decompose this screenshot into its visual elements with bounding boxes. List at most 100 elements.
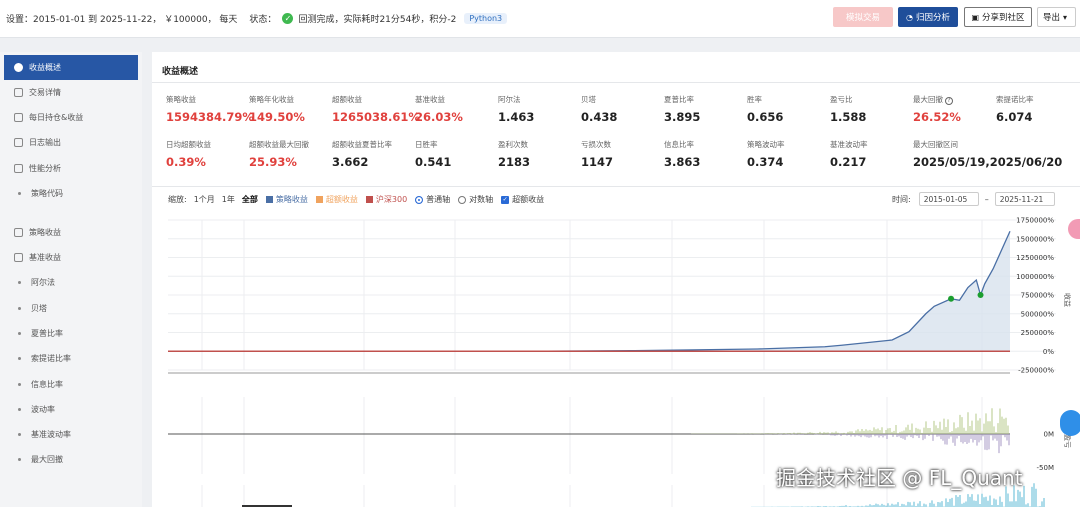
sidebar-item[interactable]: 阿尔法 xyxy=(4,270,138,295)
caret-down-icon: ▾ xyxy=(1063,12,1068,22)
metric-value: 0.374 xyxy=(747,155,784,169)
metric-card: 基准波动率 0.217 xyxy=(830,139,910,169)
zoom-all-button[interactable]: 全部 xyxy=(242,194,258,205)
sidebar-item-label: 收益概述 xyxy=(29,63,61,72)
sidebar-item-label: 交易详情 xyxy=(29,88,61,97)
sidebar-item[interactable]: 信息比率 xyxy=(4,372,138,397)
metric-card: 策略收益 1594384.79% xyxy=(166,94,254,124)
menu-icon xyxy=(14,138,23,147)
menu-icon xyxy=(14,113,23,122)
sidebar-item-label: 夏普比率 xyxy=(31,329,63,338)
metric-value: 149.50% xyxy=(249,110,305,124)
simulate-trade-button[interactable]: 模拟交易 xyxy=(833,7,893,27)
status-text: 回测完成，实际耗时21分54秒，积分-2 xyxy=(298,15,457,25)
zoom-1-year-button[interactable]: 1年 xyxy=(222,194,235,205)
share-to-community-button[interactable]: ▣ 分享到社区 xyxy=(964,7,1032,27)
sidebar-item[interactable]: 性能分析 xyxy=(4,156,138,181)
bullet-icon xyxy=(18,192,21,195)
sidebar-item[interactable]: 索提诺比率 xyxy=(4,346,138,371)
y-tick-label: 750000% xyxy=(1021,292,1055,300)
sidebar-item-label: 信息比率 xyxy=(31,380,63,389)
sidebar-item-label: 贝塔 xyxy=(31,304,47,313)
checkbox-label: 超额收益 xyxy=(512,195,545,204)
comment-icon: ▣ xyxy=(971,12,980,22)
legend-excess-return[interactable]: 超额收益 xyxy=(315,194,358,205)
date-to-input[interactable]: 2025-11-21 xyxy=(994,192,1055,206)
bullet-icon xyxy=(18,357,21,360)
metric-card: 超额收益夏普比率 3.662 xyxy=(332,139,412,169)
log-axis-radio[interactable]: 对数轴 xyxy=(458,194,493,205)
check-circle-icon: ✓ xyxy=(282,13,294,24)
bullet-icon xyxy=(18,383,21,386)
sidebar-item-label: 阿尔法 xyxy=(31,278,55,287)
legend-csi300[interactable]: 沪深300 xyxy=(365,194,407,205)
y-tick-label: 1500000% xyxy=(1016,235,1054,243)
export-dropdown[interactable]: 导出 ▾ xyxy=(1037,7,1076,27)
date-from-input[interactable]: 2015-01-05 xyxy=(918,192,979,206)
sidebar-item[interactable]: 基准波动率 xyxy=(4,422,138,447)
metric-label-text: 最大回撤区间 xyxy=(913,140,958,149)
sidebar-item[interactable]: 贝塔 xyxy=(4,296,138,321)
sidebar-item[interactable]: 日志输出 xyxy=(4,130,138,155)
metric-value: 1265038.61% xyxy=(332,110,420,124)
metric-value: 2183 xyxy=(498,155,531,169)
metric-card: 盈亏比 1.588 xyxy=(830,94,910,124)
attribution-analysis-button[interactable]: ◔ 归因分析 xyxy=(898,7,958,27)
sidebar-item[interactable]: 每日持仓&收益 xyxy=(4,105,138,130)
metric-label: 胜率 xyxy=(747,94,827,105)
sidebar-item-label: 索提诺比率 xyxy=(31,354,71,363)
bullet-icon xyxy=(18,307,21,310)
menu-icon xyxy=(14,228,23,237)
menu-icon xyxy=(14,253,23,262)
metric-card: 策略波动率 0.374 xyxy=(747,139,827,169)
checkbox-checked-icon: ✓ xyxy=(501,195,510,204)
watermark: 掘金技术社区 @ FL_Quant xyxy=(776,466,1023,490)
metric-label-text: 亏损次数 xyxy=(581,140,611,149)
normal-axis-radio[interactable]: 普通轴 xyxy=(415,194,450,205)
metric-label: 最大回撤? xyxy=(913,94,993,105)
metric-label-text: 胜率 xyxy=(747,95,762,104)
metric-label-text: 超额收益夏普比率 xyxy=(332,140,392,149)
top-bar: 设置：2015-01-01 到 2025-11-22， ￥100000， 每天 … xyxy=(0,0,1080,38)
metric-card: 阿尔法 1.463 xyxy=(498,94,578,124)
bullet-icon xyxy=(18,458,21,461)
sidebar-item[interactable]: 最大回撤 xyxy=(4,447,138,472)
drawdown-end-marker xyxy=(977,292,984,298)
bullet-icon xyxy=(18,433,21,436)
sidebar-item[interactable]: 夏普比率 xyxy=(4,321,138,346)
sidebar-item-label: 基准波动率 xyxy=(31,430,71,439)
metric-value: 0.438 xyxy=(581,110,618,124)
divider xyxy=(152,186,1080,187)
metric-value: 3.662 xyxy=(332,155,369,169)
legend-strategy-return[interactable]: 策略收益 xyxy=(265,194,308,205)
help-icon[interactable]: ? xyxy=(945,97,953,105)
metric-value: 3.895 xyxy=(664,110,701,124)
metric-value: 0.656 xyxy=(747,110,784,124)
y-tick-label: 1750000% xyxy=(1016,217,1054,225)
sidebar-item[interactable]: 收益概述 xyxy=(4,55,138,80)
returns-overview-panel: 收益概述 策略收益 1594384.79% 策略年化收益 149.50% 超额收益 126… xyxy=(152,52,1080,507)
radio-label: 普通轴 xyxy=(426,195,451,204)
sidebar-item[interactable]: 策略收益 xyxy=(4,220,138,245)
metric-label-text: 日均超额收益 xyxy=(166,140,211,149)
metric-card: 日均超额收益 0.39% xyxy=(166,139,246,169)
legend-label: 策略收益 xyxy=(275,195,308,204)
sidebar-item[interactable]: 交易详情 xyxy=(4,80,138,105)
strategy-area xyxy=(168,231,1010,352)
legend-swatch xyxy=(315,196,323,203)
sidebar-item[interactable]: 基准收益 xyxy=(4,245,138,270)
metric-label-text: 阿尔法 xyxy=(498,95,521,104)
time-label: 时间: xyxy=(892,194,911,204)
metric-card: 夏普比率 3.895 xyxy=(664,94,744,124)
sidebar-item[interactable]: 波动率 xyxy=(4,397,138,422)
zoom-1-month-button[interactable]: 1个月 xyxy=(194,194,215,205)
radio-icon xyxy=(458,195,467,204)
metric-card: 索提诺比率 6.074 xyxy=(996,94,1076,124)
sidebar-item[interactable]: 策略代码 xyxy=(4,181,138,206)
excess-return-checkbox[interactable]: ✓ 超额收益 xyxy=(501,194,544,205)
y-tick-label: 250000% xyxy=(1021,329,1055,337)
attribution-label: 归因分析 xyxy=(915,13,950,23)
menu-icon xyxy=(14,164,23,173)
chat-support-button[interactable] xyxy=(1060,410,1080,436)
metric-value: 3.863 xyxy=(664,155,701,169)
